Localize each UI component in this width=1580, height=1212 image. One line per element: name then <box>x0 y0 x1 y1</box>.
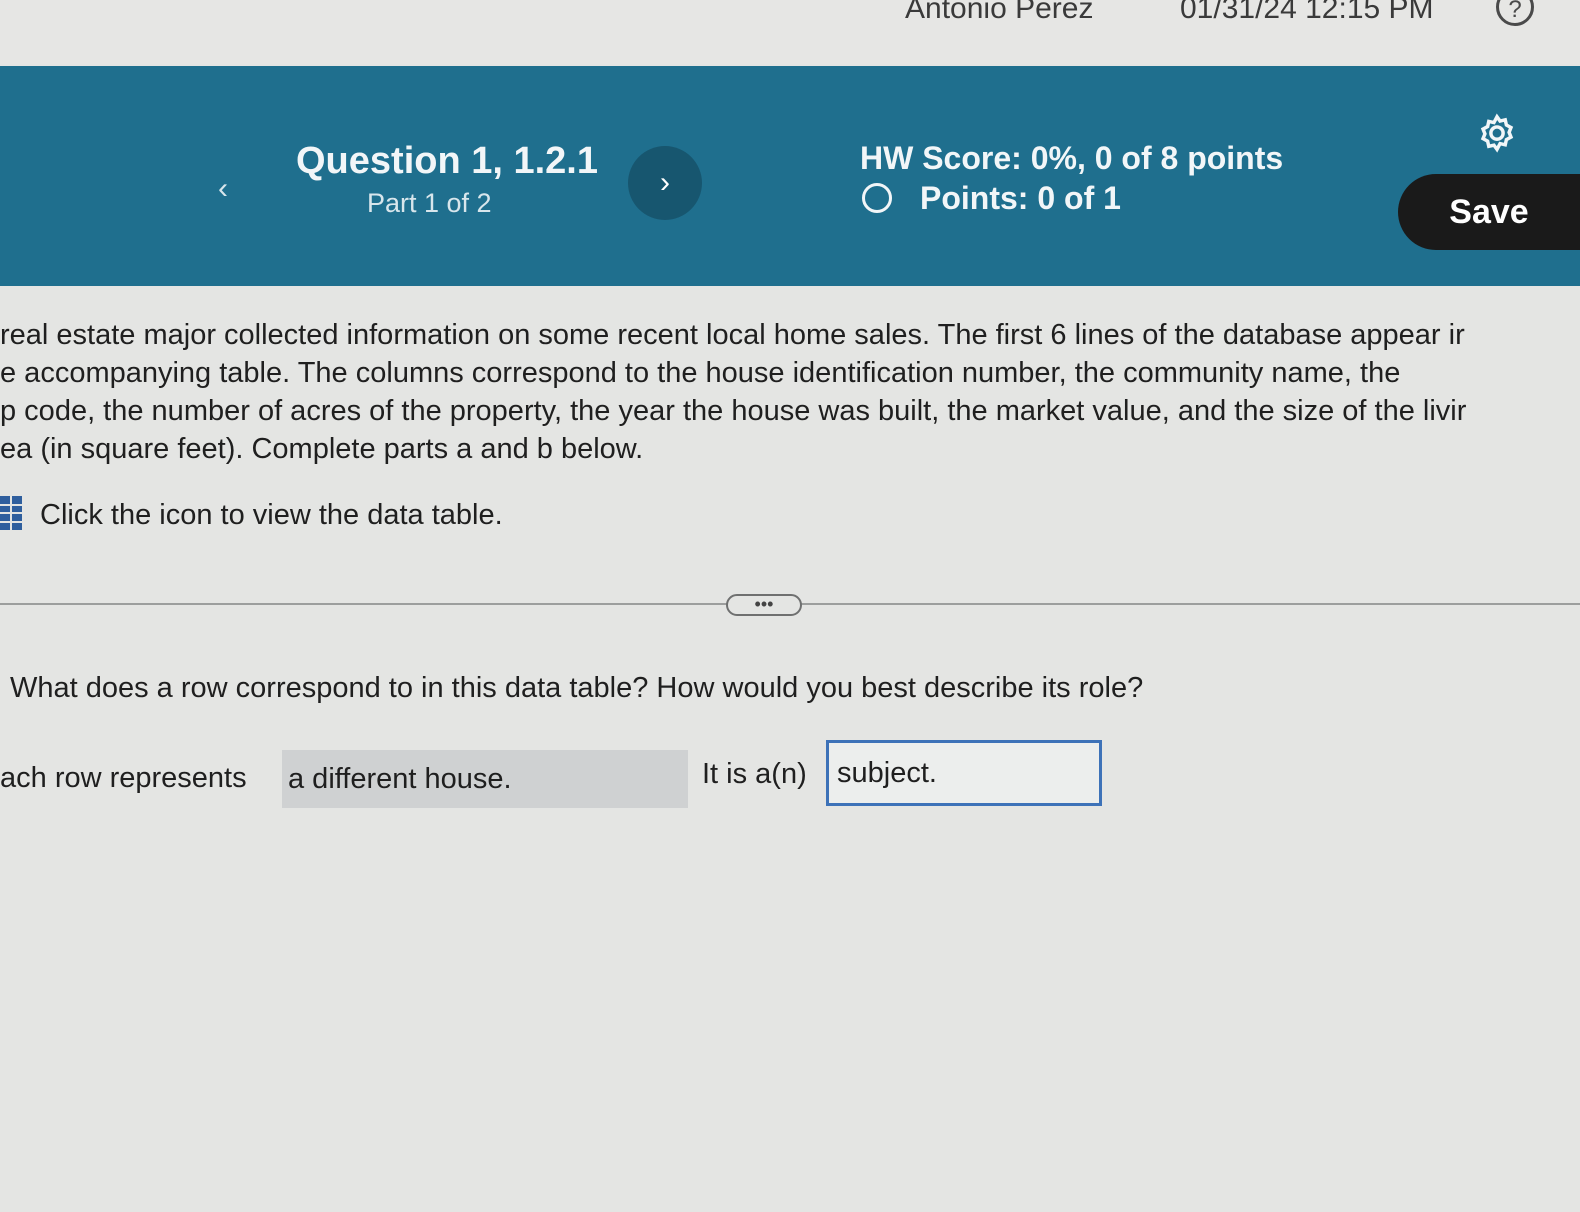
answer-middle-text: It is a(n) <box>702 758 807 790</box>
hw-score: HW Score: 0%, 0 of 8 points <box>860 140 1284 176</box>
stem-line: real estate major collected information … <box>0 319 1465 351</box>
next-question-button[interactable]: › <box>628 146 702 220</box>
question-part: Part 1 of 2 <box>367 188 492 218</box>
stem-line: ea (in square feet). Complete parts a an… <box>0 433 644 465</box>
answer-dropdown[interactable]: a different house. <box>282 750 688 808</box>
question-stem: real estate major collected information … <box>0 316 1580 468</box>
answer-prefix: ach row represents <box>0 762 247 794</box>
expand-button[interactable]: ••• <box>726 594 802 616</box>
question-prompt: What does a row correspond to in this da… <box>10 672 1144 704</box>
points-label: Points: 0 of 1 <box>920 180 1121 216</box>
stem-line: e accompanying table. The columns corres… <box>0 357 1401 389</box>
user-bar: Antonio Perez 01/31/24 12:15 PM ? <box>0 0 1580 64</box>
gear-icon[interactable] <box>1474 112 1520 158</box>
help-icon[interactable]: ? <box>1496 0 1534 26</box>
timestamp: 01/31/24 12:15 PM <box>1180 0 1434 25</box>
circle-icon <box>862 183 892 213</box>
answer-row: ach row represents a different house. It… <box>0 740 1580 820</box>
data-table-link[interactable]: Click the icon to view the data table. <box>0 496 503 532</box>
table-icon[interactable] <box>0 496 22 530</box>
question-title: Question 1, 1.2.1 <box>296 140 598 182</box>
data-table-link-label: Click the icon to view the data table. <box>40 499 503 531</box>
user-name: Antonio Perez <box>905 0 1094 25</box>
save-button[interactable]: Save <box>1398 174 1580 250</box>
stem-line: p code, the number of acres of the prope… <box>0 395 1467 427</box>
answer-input[interactable]: subject. <box>826 740 1102 806</box>
points-status: Points: 0 of 1 <box>862 180 1121 217</box>
previous-question-icon[interactable]: ‹ <box>218 172 228 206</box>
question-header: ‹ Question 1, 1.2.1 Part 1 of 2 › HW Sco… <box>0 66 1580 286</box>
